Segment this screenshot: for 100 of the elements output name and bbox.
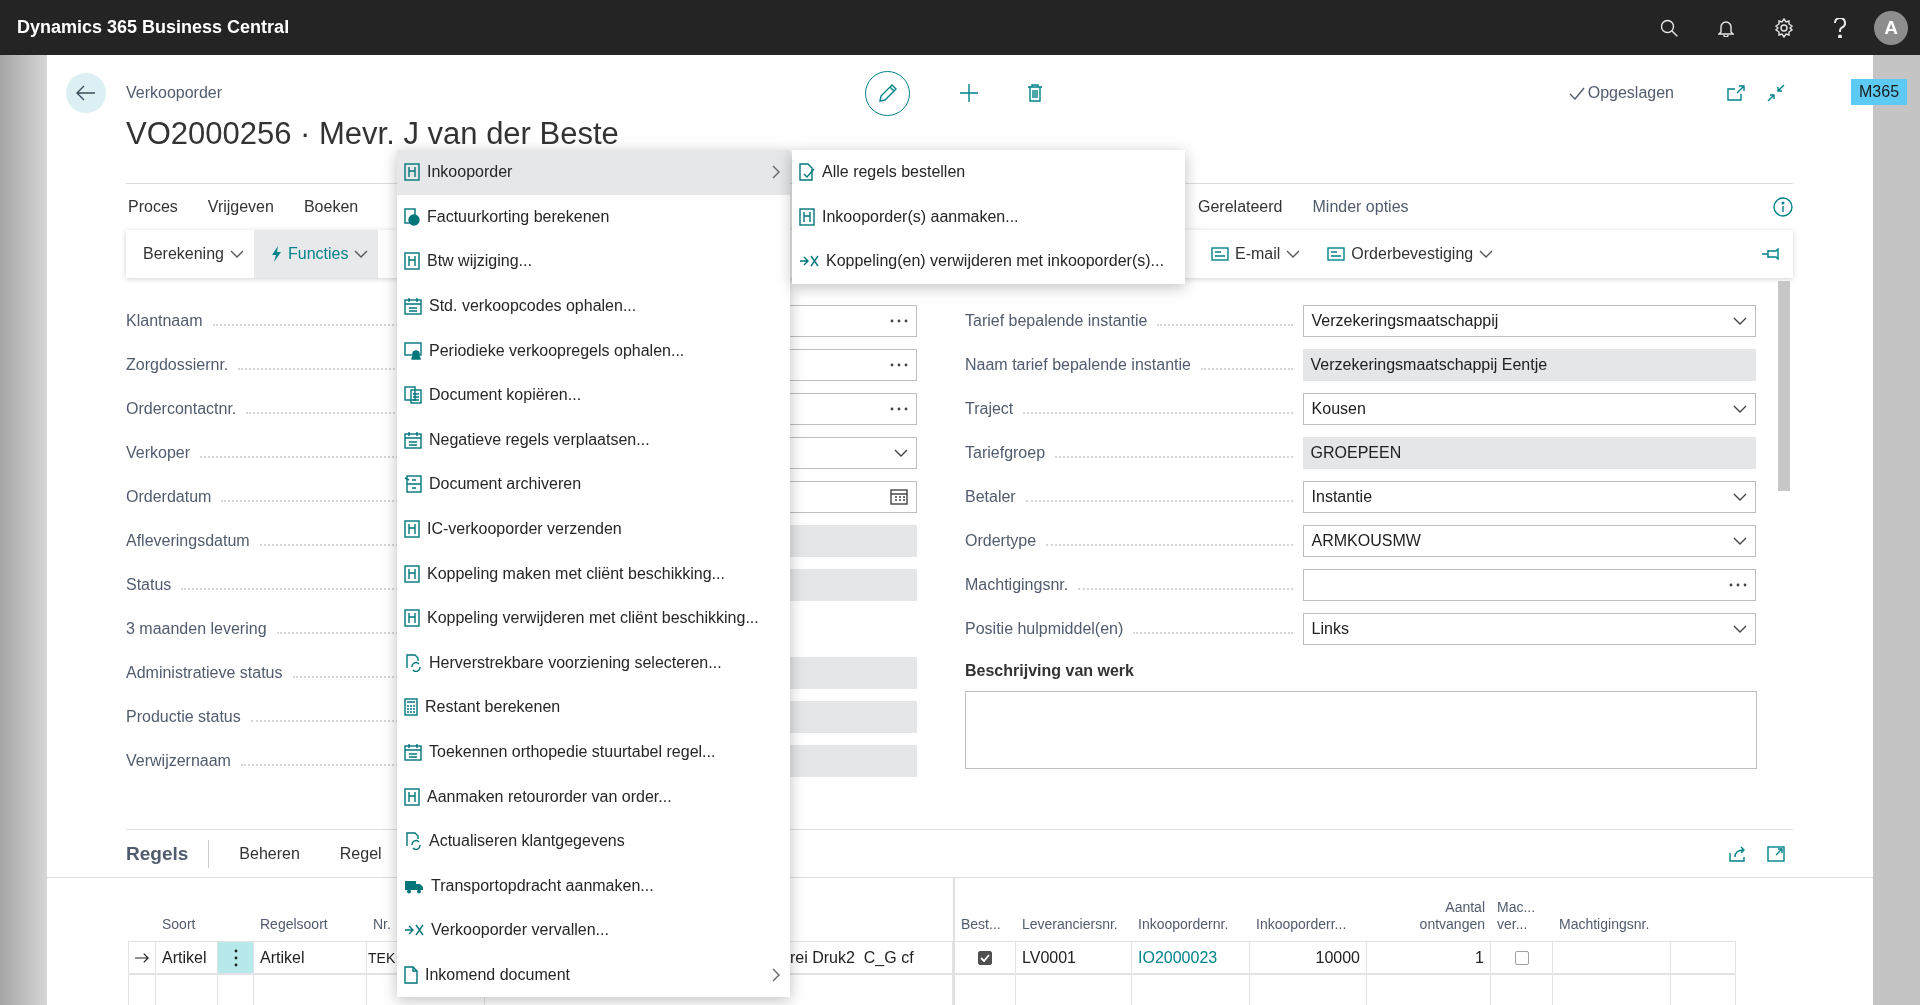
menu-item[interactable]: Periodieke verkoopregels ophalen... — [397, 328, 790, 373]
toolbar-button[interactable]: Functies — [253, 230, 379, 278]
action-tab[interactable]: Beheren — [239, 844, 300, 863]
field-label: Verkoper — [126, 444, 191, 462]
menu-item[interactable]: Toekennen orthopedie stuurtabel regel... — [397, 729, 790, 775]
chevron-down-icon — [1733, 405, 1747, 413]
popout-icon[interactable] — [1727, 85, 1745, 101]
info-icon[interactable] — [1773, 197, 1793, 217]
document-icon — [404, 163, 420, 182]
checkbox[interactable] — [978, 950, 992, 965]
cross-icon — [799, 254, 819, 269]
link[interactable]: IO2000023 — [1138, 948, 1218, 967]
field-label: Administratieve status — [126, 664, 283, 682]
ellipsis-icon — [890, 407, 908, 411]
chevron-down-icon — [229, 250, 244, 258]
column-header: Best... — [961, 916, 1001, 933]
field-label: Verwijzernaam — [126, 752, 231, 770]
action-tab[interactable]: Vrijgeven — [207, 198, 274, 216]
menu-item[interactable]: Actualiseren klantgegevens — [397, 818, 790, 864]
dropdown-field[interactable]: Instantie — [1302, 481, 1756, 513]
menu-item[interactable]: Inkooporder(s) aanmaken... — [792, 194, 1185, 240]
chevron-down-icon — [1733, 493, 1747, 501]
document-icon — [799, 207, 815, 226]
menu-item[interactable]: Verkooporder vervallen... — [397, 908, 790, 953]
more-icon — [233, 948, 238, 967]
dropdown-field[interactable]: Verzekeringsmaatschappij — [1302, 305, 1756, 337]
expand-icon[interactable] — [1767, 845, 1785, 862]
menu-item[interactable]: Koppeling(en) verwijderen met inkooporder(s)... — [792, 239, 1185, 284]
menu-item[interactable]: Document kopiëren... — [397, 372, 790, 418]
pin-icon[interactable] — [1761, 248, 1781, 260]
lightning-icon — [270, 246, 282, 262]
field-label: Naam tarief bepalende instantie — [965, 356, 1191, 374]
app-title: Dynamics 365 Business Central — [17, 17, 291, 38]
menu-item[interactable]: Std. verkoopcodes ophalen... — [397, 283, 790, 329]
table-cell: 10000 — [1250, 941, 1367, 974]
toolbar-button[interactable]: E-mail — [1194, 230, 1311, 278]
bell-icon[interactable] — [1718, 18, 1734, 37]
table-cell — [218, 974, 254, 1005]
menu-item[interactable]: Inkomend document — [397, 952, 790, 998]
pencil-icon — [878, 84, 897, 102]
lookup-field[interactable] — [1302, 569, 1756, 601]
dropdown-field[interactable]: Kousen — [1302, 393, 1756, 425]
document-icon — [404, 520, 420, 539]
refresh-icon — [404, 653, 422, 672]
dropdown-field[interactable]: ARMKOUSMW — [1302, 525, 1756, 557]
column-header: Aantal ontvangen — [1419, 899, 1485, 933]
back-button[interactable] — [66, 73, 106, 113]
edit-button[interactable] — [865, 70, 910, 116]
cabinet-icon — [404, 475, 422, 494]
action-tab[interactable]: Minder opties — [1312, 198, 1409, 216]
menu-item[interactable]: Koppeling maken met cliënt beschikking... — [397, 551, 790, 596]
help-icon[interactable] — [1834, 17, 1846, 38]
dropdown-field[interactable]: Links — [1302, 613, 1756, 645]
menu-item[interactable]: Factuurkorting berekenen — [397, 194, 790, 240]
menu-item[interactable]: Document archiveren — [397, 462, 790, 507]
delete-icon[interactable] — [1028, 84, 1042, 102]
menu-item[interactable]: Negatieve regels verplaatsen... — [397, 417, 790, 463]
menu-item[interactable]: Aanmaken retourorder van order... — [397, 774, 790, 819]
field-label: Traject — [965, 400, 1014, 418]
menu-item[interactable]: Herverstrekbare voorziening selecteren... — [397, 640, 790, 686]
search-icon[interactable] — [1660, 18, 1678, 37]
chevron-down-icon — [1286, 250, 1301, 258]
column-header: Mac... ver... — [1497, 899, 1536, 933]
page-icon — [404, 966, 418, 984]
arrow-right-icon — [135, 951, 149, 964]
document-icon — [404, 564, 420, 583]
menu-item[interactable]: Alle regels bestellen — [792, 150, 1185, 195]
field-label: Productie status — [126, 708, 241, 726]
table-cell: LV0001 — [1016, 941, 1132, 974]
action-tab[interactable]: Gerelateerd — [1198, 198, 1283, 216]
section-title: Regels — [126, 839, 210, 868]
field-label: Betaler — [965, 488, 1016, 506]
field-label: Tariefgroep — [965, 444, 1046, 462]
chevron-down-icon — [354, 250, 369, 258]
toolbar-button[interactable]: Orderbevestiging — [1310, 230, 1504, 278]
settings-icon[interactable] — [1774, 17, 1794, 38]
chevron-right-icon — [772, 968, 780, 982]
menu-item[interactable]: Restant berekenen — [397, 685, 790, 730]
action-tab[interactable]: Boeken — [303, 198, 359, 216]
menu-item[interactable]: Inkooporder — [397, 150, 790, 195]
action-tab[interactable]: Regel — [339, 844, 382, 863]
field-label: Afleveringsdatum — [126, 532, 250, 550]
action-tab[interactable]: Proces — [128, 198, 178, 216]
add-icon[interactable] — [960, 84, 978, 102]
field-label: Ordertype — [965, 532, 1037, 550]
menu-item[interactable]: Koppeling verwijderen met cliënt beschikking... — [397, 595, 790, 641]
checkbox[interactable] — [1514, 950, 1529, 965]
ellipsis-icon — [1729, 583, 1747, 587]
document-icon — [404, 252, 420, 271]
field-label: Orderdatum — [126, 488, 212, 506]
menu-item[interactable]: Transportopdracht aanmaken... — [397, 863, 790, 909]
column-header: Nr. — [373, 916, 391, 933]
collapse-icon[interactable] — [1767, 84, 1785, 102]
share-icon[interactable] — [1729, 845, 1747, 862]
menu-item[interactable]: IC-verkooporder verzenden — [397, 506, 790, 552]
readonly-field: Verzekeringsmaatschappij Eentje — [1302, 349, 1756, 381]
menu-item[interactable]: Btw wijziging... — [397, 239, 790, 284]
scrollbar[interactable] — [1778, 281, 1790, 491]
toolbar-button[interactable]: Berekening — [126, 230, 254, 278]
arrow-left-icon — [76, 85, 96, 101]
